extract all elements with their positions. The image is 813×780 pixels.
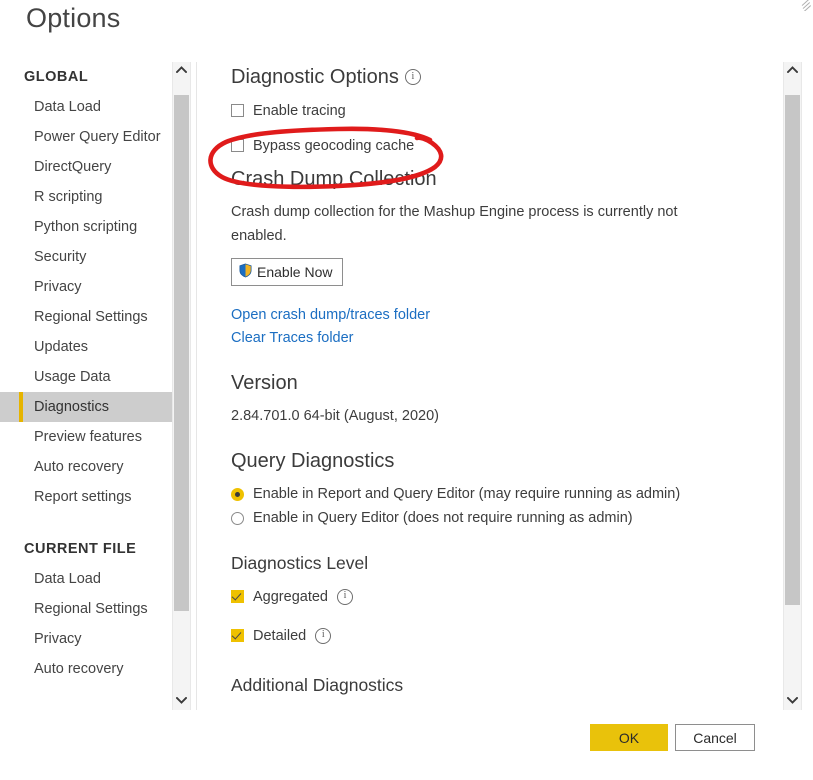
sidebar-item-current-data-load[interactable]: Data Load bbox=[0, 564, 175, 594]
sidebar-item-power-query-editor[interactable]: Power Query Editor bbox=[0, 122, 175, 152]
radio-label: Enable in Query Editor (does not require… bbox=[253, 510, 633, 526]
checkbox-label: Detailed bbox=[253, 627, 307, 644]
footer-buttons: OK Cancel bbox=[555, 710, 755, 780]
sidebar-item-preview-features[interactable]: Preview features bbox=[0, 422, 175, 452]
sidebar-item-current-regional-settings[interactable]: Regional Settings bbox=[0, 594, 175, 624]
cancel-button[interactable]: Cancel bbox=[675, 724, 755, 751]
radio-label: Enable in Report and Query Editor (may r… bbox=[253, 486, 681, 502]
crash-dump-description: Crash dump collection for the Mashup Eng… bbox=[231, 204, 678, 244]
sidebar-group-global-title: GLOBAL bbox=[24, 69, 89, 85]
checkbox-box[interactable] bbox=[231, 629, 244, 642]
info-icon[interactable]: i bbox=[315, 627, 332, 644]
checkbox-box[interactable] bbox=[231, 139, 244, 152]
sidebar-item-diagnostics[interactable]: Diagnostics bbox=[0, 392, 175, 422]
content-scroll-down-icon[interactable] bbox=[784, 693, 801, 710]
sidebar-item-security[interactable]: Security bbox=[0, 242, 175, 272]
sidebar-item-current-auto-recovery[interactable]: Auto recovery bbox=[0, 654, 175, 684]
enable-now-button[interactable]: Enable Now bbox=[231, 258, 343, 286]
checkbox-box[interactable] bbox=[231, 590, 244, 603]
sidebar-item-r-scripting[interactable]: R scripting bbox=[0, 182, 175, 212]
query-diagnostics-heading: Query Diagnostics bbox=[231, 450, 395, 472]
page-title: Options bbox=[26, 3, 121, 33]
content-scroll-thumb[interactable] bbox=[785, 95, 800, 605]
corner-artifact bbox=[799, 0, 811, 11]
content-scrollbar[interactable] bbox=[783, 62, 802, 710]
link-open-crash-dump-folder[interactable]: Open crash dump/traces folder bbox=[231, 304, 430, 327]
diagnostic-options-heading-row: Diagnostic Options i bbox=[231, 62, 777, 92]
sidebar-item-report-settings[interactable]: Report settings bbox=[0, 482, 175, 512]
version-heading: Version bbox=[231, 372, 298, 394]
sidebar-nav-list: GLOBAL Data Load Power Query Editor Dire… bbox=[0, 62, 175, 684]
sidebar-nav: GLOBAL Data Load Power Query Editor Dire… bbox=[0, 62, 175, 710]
additional-diagnostics-heading: Additional Diagnostics bbox=[231, 675, 404, 695]
content-scroll-up-icon[interactable] bbox=[784, 62, 801, 79]
radio-enable-query-editor[interactable]: Enable in Query Editor (does not require… bbox=[231, 506, 777, 530]
diagnostics-panel-inner: Diagnostic Options i Enable tracing Bypa… bbox=[212, 62, 777, 700]
diagnostics-level-heading: Diagnostics Level bbox=[231, 553, 369, 573]
diagnostic-options-heading: Diagnostic Options bbox=[231, 66, 399, 88]
info-icon[interactable]: i bbox=[336, 588, 353, 605]
link-clear-traces-folder[interactable]: Clear Traces folder bbox=[231, 327, 354, 350]
checkbox-label: Aggregated bbox=[253, 588, 328, 605]
radio-button[interactable] bbox=[231, 487, 244, 501]
sidebar-group-current-file-title: CURRENT FILE bbox=[24, 541, 137, 557]
options-panes: GLOBAL Data Load Power Query Editor Dire… bbox=[0, 62, 813, 710]
checkbox-bypass-geocoding-cache[interactable]: Bypass geocoding cache bbox=[231, 133, 777, 158]
radio-enable-report-and-query-editor[interactable]: Enable in Report and Query Editor (may r… bbox=[231, 482, 777, 506]
checkbox-enable-tracing[interactable]: Enable tracing bbox=[231, 98, 777, 123]
sidebar-item-regional-settings[interactable]: Regional Settings bbox=[0, 302, 175, 332]
sidebar-item-privacy[interactable]: Privacy bbox=[0, 272, 175, 302]
checkbox-aggregated[interactable]: Aggregated i bbox=[231, 584, 777, 609]
checkbox-detailed[interactable]: Detailed i bbox=[231, 623, 777, 648]
radio-button[interactable] bbox=[231, 511, 244, 525]
diagnostics-panel: Diagnostic Options i Enable tracing Bypa… bbox=[212, 62, 777, 710]
checkbox-label: Bypass geocoding cache bbox=[253, 137, 415, 154]
checkbox-box[interactable] bbox=[231, 104, 244, 117]
sidebar-group-spacer bbox=[0, 512, 175, 534]
sidebar-scroll-down-icon[interactable] bbox=[173, 693, 190, 710]
uac-shield-icon bbox=[238, 263, 253, 281]
pane-divider bbox=[196, 62, 197, 710]
sidebar-scroll-up-icon[interactable] bbox=[173, 62, 190, 79]
sidebar-scroll-thumb[interactable] bbox=[174, 95, 189, 611]
sidebar-item-usage-data[interactable]: Usage Data bbox=[0, 362, 175, 392]
sidebar-item-updates[interactable]: Updates bbox=[0, 332, 175, 362]
sidebar-item-auto-recovery[interactable]: Auto recovery bbox=[0, 452, 175, 482]
sidebar-item-directquery[interactable]: DirectQuery bbox=[0, 152, 175, 182]
checkbox-label: Enable tracing bbox=[253, 102, 346, 119]
version-value: 2.84.701.0 64-bit (August, 2020) bbox=[231, 408, 439, 424]
sidebar-item-data-load[interactable]: Data Load bbox=[0, 92, 175, 122]
sidebar-scrollbar[interactable] bbox=[172, 62, 191, 710]
crash-dump-heading: Crash Dump Collection bbox=[231, 168, 437, 190]
sidebar-item-python-scripting[interactable]: Python scripting bbox=[0, 212, 175, 242]
ok-button[interactable]: OK bbox=[590, 724, 668, 751]
sidebar-item-current-privacy[interactable]: Privacy bbox=[0, 624, 175, 654]
enable-now-label: Enable Now bbox=[257, 264, 333, 280]
dialog-footer: OK Cancel bbox=[0, 710, 813, 780]
info-icon[interactable]: i bbox=[404, 69, 421, 85]
